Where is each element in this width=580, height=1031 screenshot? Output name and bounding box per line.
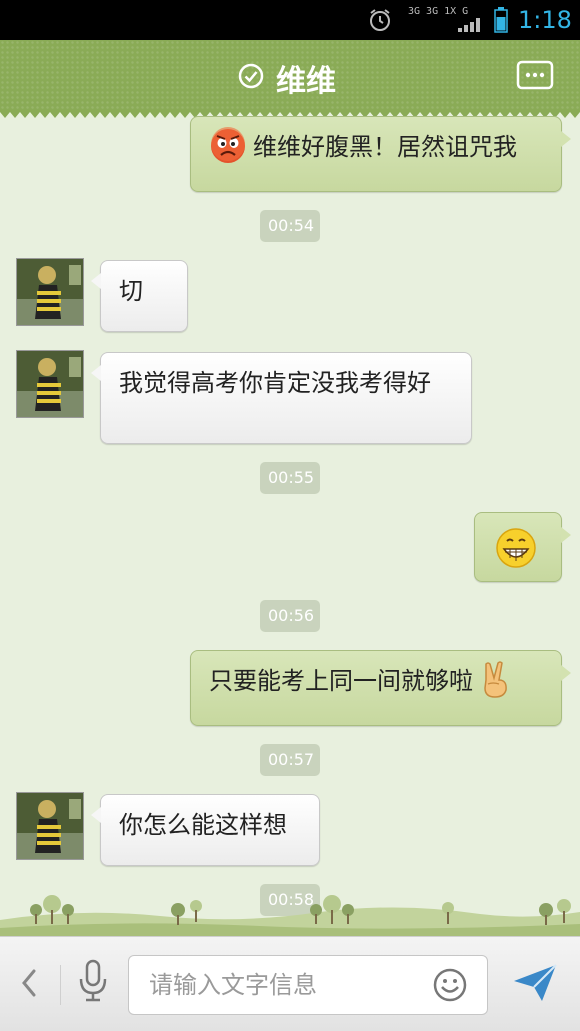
status-time: 1:18 [518, 6, 572, 34]
divider [60, 965, 61, 1005]
message-bubble-outgoing[interactable]: 只要能考上同一间就够啦 [190, 650, 571, 726]
message-bubble-outgoing[interactable]: 维维好腹黑！居然诅咒我 [190, 116, 571, 192]
message-text: 切 [119, 277, 143, 305]
network-indicator: 3G 3G 1X G [408, 6, 486, 34]
send-icon[interactable] [512, 963, 558, 1003]
message-text: 只要能考上同一间就够啦 [209, 667, 473, 695]
avatar-photo [17, 793, 83, 859]
timestamp: 00:57 [260, 744, 320, 776]
avatar[interactable] [16, 792, 84, 860]
check-circle-icon [238, 63, 264, 89]
smiley-icon[interactable] [432, 967, 468, 1003]
avatar[interactable] [16, 350, 84, 418]
avatar-photo [17, 259, 83, 325]
signal-icon [458, 18, 480, 32]
chat-header: 维维 [0, 40, 580, 118]
victory-hand-emoji [484, 661, 507, 698]
message-text: 维维好腹黑！居然诅咒我 [253, 133, 517, 161]
avatar[interactable] [16, 258, 84, 326]
more-icon[interactable] [516, 60, 554, 90]
status-bar: 3G 3G 1X G 1:18 [0, 0, 580, 40]
message-bubble-outgoing[interactable] [474, 512, 571, 582]
message-text: 我觉得高考你肯定没我考得好 [119, 369, 431, 397]
network-label: 3G 3G 1X G [408, 6, 469, 17]
alarm-icon [370, 9, 390, 31]
microphone-icon[interactable] [76, 959, 110, 1003]
message-text: 你怎么能这样想 [119, 811, 287, 839]
grin-face-emoji [496, 528, 536, 568]
page-title: 维维 [276, 64, 336, 99]
timestamp: 00:54 [260, 210, 320, 242]
timestamp: 00:56 [260, 600, 320, 632]
message-bubble-incoming[interactable]: 切 [91, 260, 188, 332]
message-bubble-incoming[interactable]: 我觉得高考你肯定没我考得好 [91, 352, 472, 444]
battery-icon [494, 7, 508, 33]
timestamp: 00:55 [260, 462, 320, 494]
angry-face-emoji [211, 127, 245, 163]
input-bar: 请输入文字信息 [0, 936, 580, 1031]
avatar-photo [17, 351, 83, 417]
chat-area[interactable]: 维维好腹黑！居然诅咒我 00:54 切 我觉得高考你肯定没我考得好 00:55 [0, 112, 580, 936]
back-arrow-icon[interactable] [18, 967, 40, 999]
message-bubble-incoming[interactable]: 你怎么能这样想 [91, 794, 320, 866]
landscape-decoration [0, 895, 580, 936]
